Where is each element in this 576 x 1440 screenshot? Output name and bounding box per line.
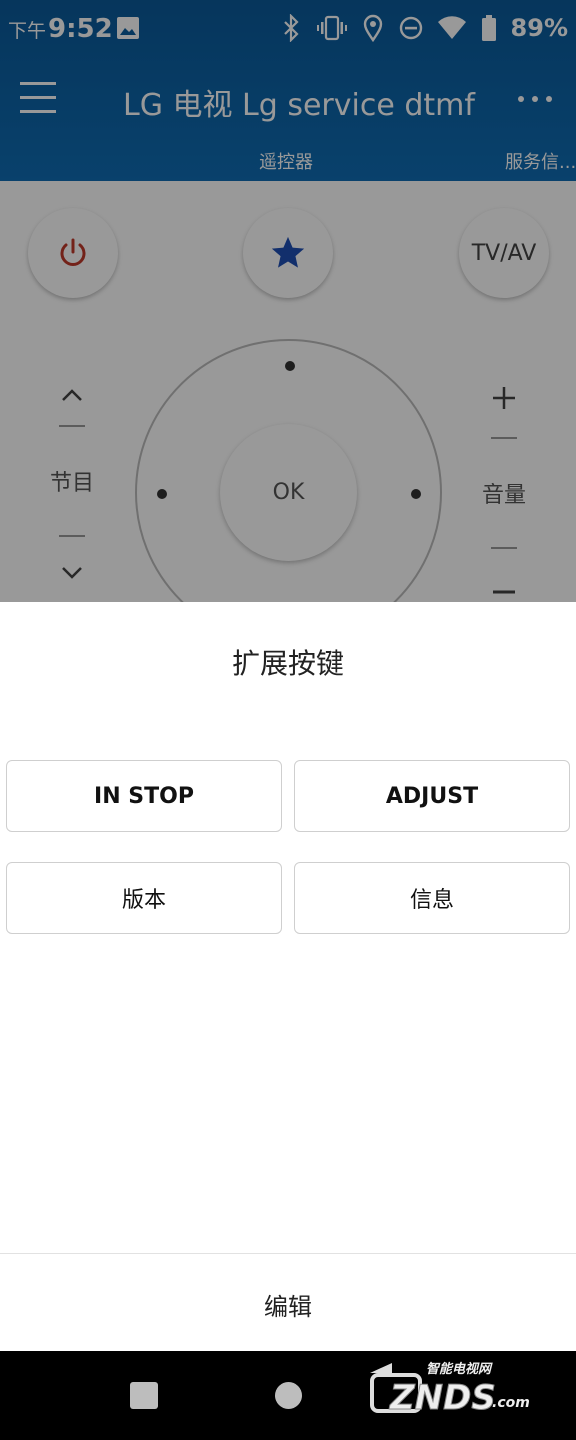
sheet-title: 扩展按键 <box>231 647 344 680</box>
app-bar: LG 电视 Lg service dtmf <box>0 60 576 140</box>
tv-av-button[interactable]: TV/AV <box>459 208 549 298</box>
menu-icon[interactable] <box>20 82 56 116</box>
power-button[interactable] <box>28 208 118 298</box>
tab-remote[interactable]: 遥控器 <box>259 148 313 186</box>
recent-apps-button[interactable] <box>130 1382 158 1409</box>
chevron-down-icon[interactable] <box>60 565 84 581</box>
channel-divider-top <box>59 425 85 427</box>
svg-text:智能电视网: 智能电视网 <box>426 1361 493 1377</box>
ok-button[interactable]: OK <box>220 424 357 561</box>
status-time: 下午9:52 <box>8 14 113 44</box>
volume-divider-bottom <box>491 547 517 549</box>
wifi-icon <box>437 16 466 39</box>
power-icon <box>60 238 86 266</box>
remote-panel: TV/AV 节目 音量 OK <box>0 181 576 602</box>
time-value: 9:52 <box>48 14 113 44</box>
channel-divider-bottom <box>59 535 85 537</box>
svg-text:.com: .com <box>492 1395 530 1411</box>
dpad-left[interactable] <box>157 489 167 499</box>
app-header: 下午9:52 89% LG 电视 Lg service dtmf 遥控器 服务信… <box>0 0 576 186</box>
volume-control: 音量 <box>474 381 534 597</box>
sheet-divider <box>0 1253 576 1254</box>
channel-label: 节目 <box>49 471 94 496</box>
location-icon <box>363 14 382 42</box>
navigation-bar: 智能电视网 ZNDS .com <box>0 1351 576 1440</box>
home-button[interactable] <box>275 1382 302 1409</box>
edit-button[interactable]: 编辑 <box>0 1287 576 1322</box>
chevron-up-icon[interactable] <box>60 387 84 403</box>
dpad-right[interactable] <box>411 489 421 499</box>
dnd-icon <box>399 16 422 40</box>
battery-percent: 89% <box>510 14 568 42</box>
adjust-button[interactable]: ADJUST <box>294 760 570 832</box>
version-button[interactable]: 版本 <box>6 862 282 934</box>
status-bar: 下午9:52 89% <box>0 0 576 60</box>
dpad[interactable]: OK <box>135 339 442 602</box>
plus-icon[interactable] <box>491 385 517 411</box>
vibrate-icon <box>316 15 347 41</box>
tab-bar: 遥控器 服务信... <box>0 140 576 186</box>
star-icon <box>271 236 305 268</box>
bluetooth-icon <box>283 14 299 42</box>
znds-watermark-logo: 智能电视网 ZNDS .com <box>370 1361 530 1419</box>
svg-text:ZNDS: ZNDS <box>389 1378 496 1418</box>
minus-icon[interactable] <box>491 587 517 597</box>
status-icons: 89% <box>279 14 568 42</box>
in-stop-button[interactable]: IN STOP <box>6 760 282 832</box>
favorite-button[interactable] <box>243 208 333 298</box>
info-button[interactable]: 信息 <box>294 862 570 934</box>
battery-icon <box>481 15 496 41</box>
more-options-icon[interactable] <box>518 96 552 102</box>
channel-control: 节目 <box>42 381 102 581</box>
time-prefix: 下午 <box>8 20 47 42</box>
volume-divider-top <box>491 437 517 439</box>
page-title: LG 电视 Lg service dtmf <box>123 88 475 123</box>
extended-keys-sheet: 扩展按键 IN STOP ADJUST 版本 信息 编辑 <box>0 602 576 1351</box>
image-icon <box>117 17 139 39</box>
tab-service-info[interactable]: 服务信... <box>505 148 576 174</box>
dpad-up[interactable] <box>285 361 295 371</box>
volume-label: 音量 <box>481 483 526 508</box>
